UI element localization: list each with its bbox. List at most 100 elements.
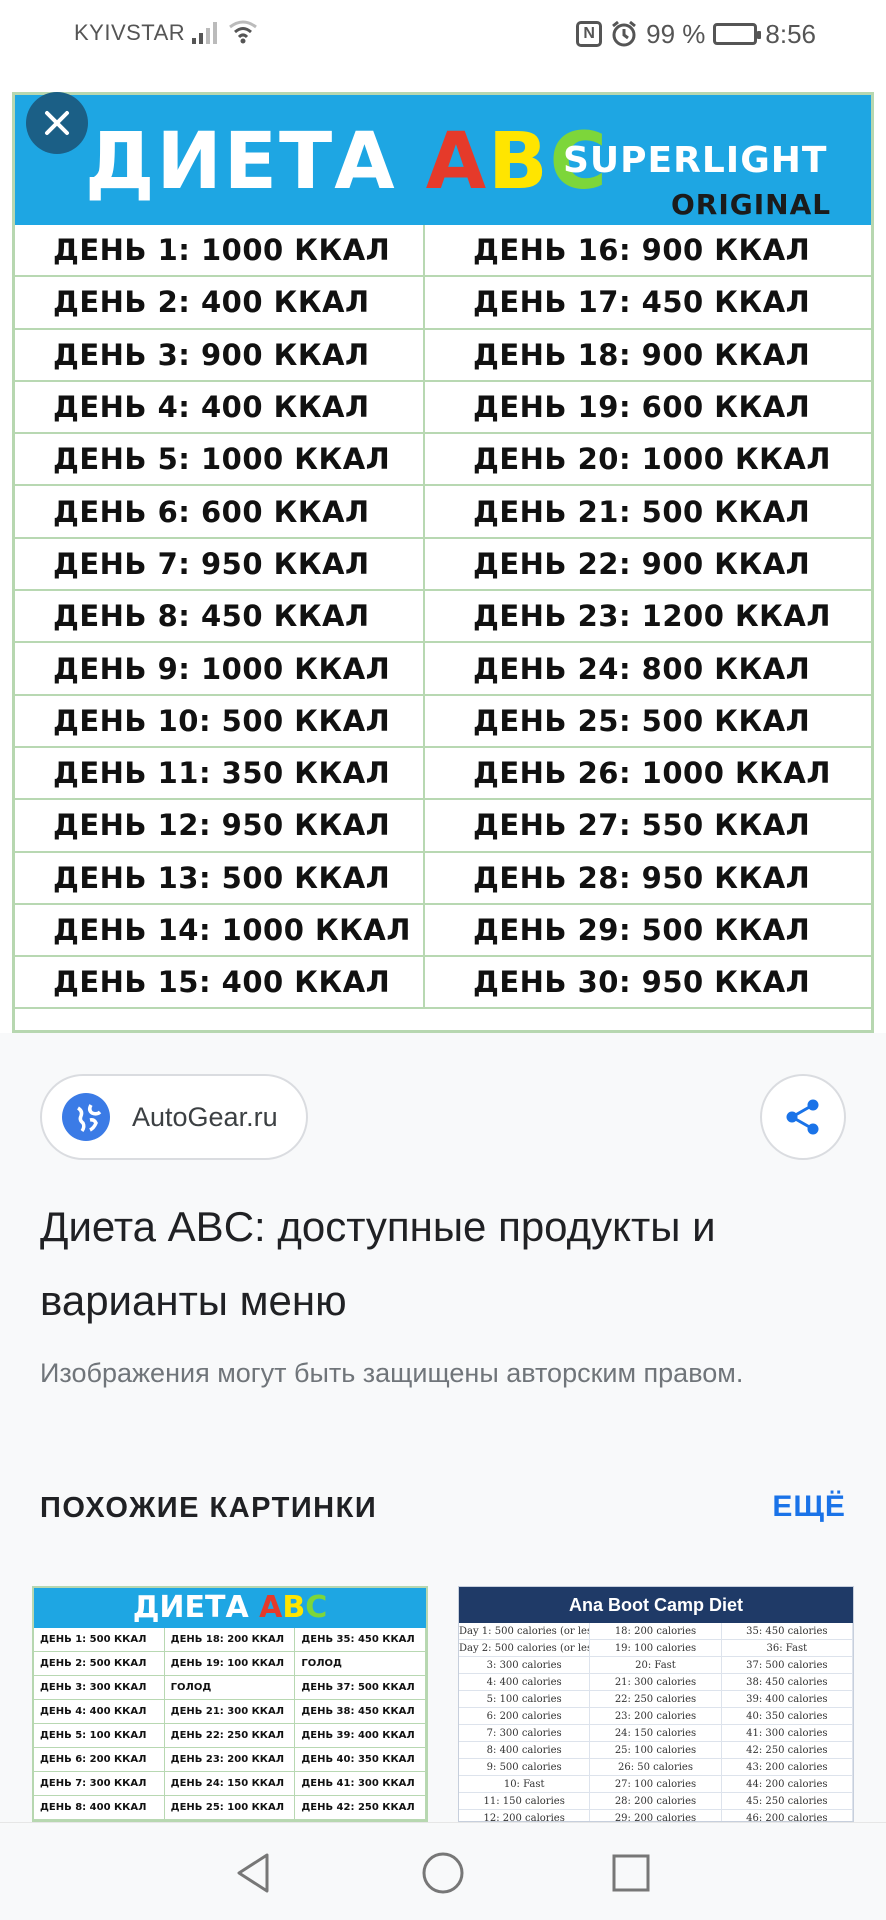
thumbnail-cell: ДЕНЬ 5: 100 ККАЛ (34, 1724, 165, 1747)
nfc-icon: N (576, 21, 603, 47)
recents-icon (612, 1854, 650, 1892)
thumbnail-row: 8: 400 calories 25: 100 calories 42: 250 c… (459, 1742, 853, 1759)
thumbnail-row: 3: 300 calories 20: Fast 37: 500 calories (459, 1657, 853, 1674)
diet-row: ДЕНЬ 5: 1000 ККАЛ ДЕНЬ 20: 1000 ККАЛ (15, 434, 871, 487)
diet-row: ДЕНЬ 13: 500 ККАЛ ДЕНЬ 28: 950 ККАЛ (15, 852, 871, 905)
thumbnail-cell: ДЕНЬ 23: 200 ККАЛ (165, 1748, 296, 1771)
similar-image-thumbnail[interactable]: Ana Boot Camp Diet Day 1: 500 calories (… (458, 1586, 854, 1822)
back-icon (237, 1853, 269, 1893)
diet-day-cell: ДЕНЬ 29: 500 ККАЛ (473, 913, 811, 947)
thumbnail-table: Day 1: 500 calories (or less) 18: 200 cal… (459, 1623, 853, 1821)
thumbnail-cell: ДЕНЬ 8: 400 ККАЛ (34, 1796, 165, 1819)
more-link[interactable]: ЕЩЁ (772, 1490, 846, 1524)
thumbnail-row: 9: 500 calories 26: 50 calories 43: 200 ca… (459, 1759, 853, 1776)
share-button[interactable] (760, 1074, 846, 1160)
thumbnail-cell: 35: 450 calories (722, 1623, 853, 1639)
thumbnail-row: 10: Fast 27: 100 calories 44: 200 calories (459, 1776, 853, 1793)
thumbnail-table: ДЕНЬ 1: 500 ККАЛ ДЕНЬ 18: 200 ККАЛ ДЕНЬ 35… (34, 1628, 426, 1820)
diet-day-cell: ДЕНЬ 8: 450 ККАЛ (15, 591, 425, 642)
diet-row: ДЕНЬ 15: 400 ККАЛ ДЕНЬ 30: 950 ККАЛ (15, 957, 871, 1010)
diet-row: ДЕНЬ 11: 350 ККАЛ ДЕНЬ 26: 1000 ККАЛ (15, 747, 871, 801)
diet-row: ДЕНЬ 3: 900 ККАЛ ДЕНЬ 18: 900 ККАЛ (15, 329, 871, 382)
diet-row: ДЕНЬ 9: 1000 ККАЛ ДЕНЬ 24: 800 ККАЛ (15, 643, 871, 696)
diet-day-cell: ДЕНЬ 28: 950 ККАЛ (473, 860, 811, 895)
battery-percent: 99 % (646, 18, 706, 49)
diet-day-cell: ДЕНЬ 5: 1000 ККАЛ (15, 434, 425, 485)
thumbnail-cell: 11: 150 calories (459, 1793, 591, 1809)
thumbnail-cell: 4: 400 calories (459, 1674, 591, 1690)
diet-image-title: ДИЕТА ABC (85, 117, 609, 207)
status-bar: KYIVSTAR N 99 % 8:56 (0, 0, 886, 70)
similar-images-heading: ПОХОЖИЕ КАРТИНКИ (40, 1492, 378, 1524)
diet-day-cell: ДЕНЬ 3: 900 ККАЛ (15, 329, 425, 380)
thumbnail-cell: 23: 200 calories (590, 1708, 722, 1724)
thumbnail-cell: 7: 300 calories (459, 1725, 591, 1741)
copyright-notice: Изображения могут быть защищены авторски… (40, 1358, 744, 1388)
thumbnail-cell: 21: 300 calories (590, 1674, 722, 1690)
diet-abc-image[interactable]: ДИЕТА ABC SUPERLIGHT ORIGINAL ДЕНЬ 1: 10… (12, 92, 874, 1033)
diet-row: ДЕНЬ 14: 1000 ККАЛ ДЕНЬ 29: 500 ККАЛ (15, 904, 871, 958)
home-button[interactable] (413, 1843, 473, 1903)
result-title[interactable]: Диета ABC: доступные продукты и варианты… (40, 1190, 860, 1338)
thumbnail-cell: ДЕНЬ 3: 300 ККАЛ (34, 1676, 165, 1699)
thumbnail-cell: Day 2: 500 calories (or less) (459, 1640, 591, 1656)
diet-day-cell: ДЕНЬ 7: 950 ККАЛ (15, 538, 425, 590)
thumbnail-cell: 44: 200 calories (722, 1776, 853, 1792)
diet-day-cell: ДЕНЬ 23: 1200 ККАЛ (473, 599, 831, 634)
diet-day-cell: ДЕНЬ 12: 950 ККАЛ (15, 800, 425, 851)
diet-day-cell: ДЕНЬ 30: 950 ККАЛ (473, 965, 811, 1000)
diet-image-superlight: SUPERLIGHT (563, 140, 828, 181)
clock: 8:56 (765, 18, 816, 49)
diet-row: ДЕНЬ 6: 600 ККАЛ ДЕНЬ 21: 500 ККАЛ (15, 486, 871, 539)
thumbnail-cell: 10: Fast (459, 1776, 591, 1792)
thumbnail-row: Day 1: 500 calories (or less) 18: 200 cal… (459, 1623, 853, 1640)
battery-icon (713, 23, 762, 45)
thumbnail-row: 5: 100 calories 22: 250 calories 39: 400 c… (459, 1691, 853, 1708)
thumbnail-cell: ДЕНЬ 2: 500 ККАЛ (34, 1652, 165, 1675)
diet-day-cell: ДЕНЬ 24: 800 ККАЛ (473, 651, 811, 686)
thumbnail-cell: ГОЛОД (295, 1652, 426, 1675)
thumbnail-cell: ДЕНЬ 18: 200 ККАЛ (165, 1628, 296, 1651)
thumbnail-row: Day 2: 500 calories (or less) 19: 100 cal… (459, 1640, 853, 1657)
thumbnail-row: ДЕНЬ 7: 300 ККАЛ ДЕНЬ 24: 150 ККАЛ ДЕНЬ 41… (34, 1772, 426, 1796)
diet-day-cell: ДЕНЬ 20: 1000 ККАЛ (473, 442, 831, 477)
diet-day-cell: ДЕНЬ 17: 450 ККАЛ (473, 285, 811, 320)
thumbnail-cell: ДЕНЬ 24: 150 ККАЛ (165, 1772, 296, 1795)
thumbnail-cell: 45: 250 calories (722, 1793, 853, 1809)
thumbnail-cell: 28: 200 calories (590, 1793, 722, 1809)
similar-image-thumbnail[interactable]: ДИЕТА ABC ДЕНЬ 1: 500 ККАЛ ДЕНЬ 18: 200 К… (32, 1586, 428, 1822)
back-button[interactable] (223, 1843, 283, 1903)
close-icon (45, 111, 69, 135)
diet-image-original: ORIGINAL (671, 188, 832, 221)
thumbnail-cell: 18: 200 calories (590, 1623, 722, 1639)
thumbnail-cell: 38: 450 calories (722, 1674, 853, 1690)
thumbnail-cell: 40: 350 calories (722, 1708, 853, 1724)
thumbnail-cell: ДЕНЬ 40: 350 ККАЛ (295, 1748, 426, 1771)
diet-row: ДЕНЬ 4: 400 ККАЛ ДЕНЬ 19: 600 ККАЛ (15, 381, 871, 435)
thumbnail-cell: ДЕНЬ 19: 100 ККАЛ (165, 1652, 296, 1675)
diet-day-cell: ДЕНЬ 26: 1000 ККАЛ (473, 756, 831, 791)
thumbnail-cell: ДЕНЬ 22: 250 ККАЛ (165, 1724, 296, 1747)
recents-button[interactable] (601, 1843, 661, 1903)
diet-day-cell: ДЕНЬ 15: 400 ККАЛ (15, 957, 425, 1008)
diet-day-cell: ДЕНЬ 6: 600 ККАЛ (15, 486, 425, 537)
thumbnail-row: ДЕНЬ 6: 200 ККАЛ ДЕНЬ 23: 200 ККАЛ ДЕНЬ 40… (34, 1748, 426, 1772)
thumbnail-cell: 26: 50 calories (590, 1759, 722, 1775)
thumbnail-cell: 37: 500 calories (722, 1657, 853, 1673)
thumbnail-row: ДЕНЬ 1: 500 ККАЛ ДЕНЬ 18: 200 ККАЛ ДЕНЬ 35… (34, 1628, 426, 1652)
image-viewer[interactable]: ДИЕТА ABC SUPERLIGHT ORIGINAL ДЕНЬ 1: 10… (0, 70, 886, 1033)
source-chip[interactable]: AutoGear.ru (40, 1074, 308, 1160)
thumbnail-cell: 43: 200 calories (722, 1759, 853, 1775)
close-button[interactable] (26, 92, 88, 154)
diet-day-cell: ДЕНЬ 4: 400 ККАЛ (15, 381, 425, 433)
diet-day-cell: ДЕНЬ 18: 900 ККАЛ (473, 337, 811, 372)
thumbnail-cell: ГОЛОД (165, 1676, 296, 1699)
thumbnail-cell: 5: 100 calories (459, 1691, 591, 1707)
diet-row: ДЕНЬ 2: 400 ККАЛ ДЕНЬ 17: 450 ККАЛ (15, 277, 871, 330)
diet-day-cell: ДЕНЬ 11: 350 ККАЛ (15, 747, 425, 799)
navigation-bar (0, 1822, 886, 1920)
thumbnail-cell: 46: 200 calories (722, 1810, 853, 1821)
thumbnail-cell: ДЕНЬ 42: 250 ККАЛ (295, 1796, 426, 1819)
thumbnail-cell: 9: 500 calories (459, 1759, 591, 1775)
thumbnail-row: 4: 400 calories 21: 300 calories 38: 450 c… (459, 1674, 853, 1691)
